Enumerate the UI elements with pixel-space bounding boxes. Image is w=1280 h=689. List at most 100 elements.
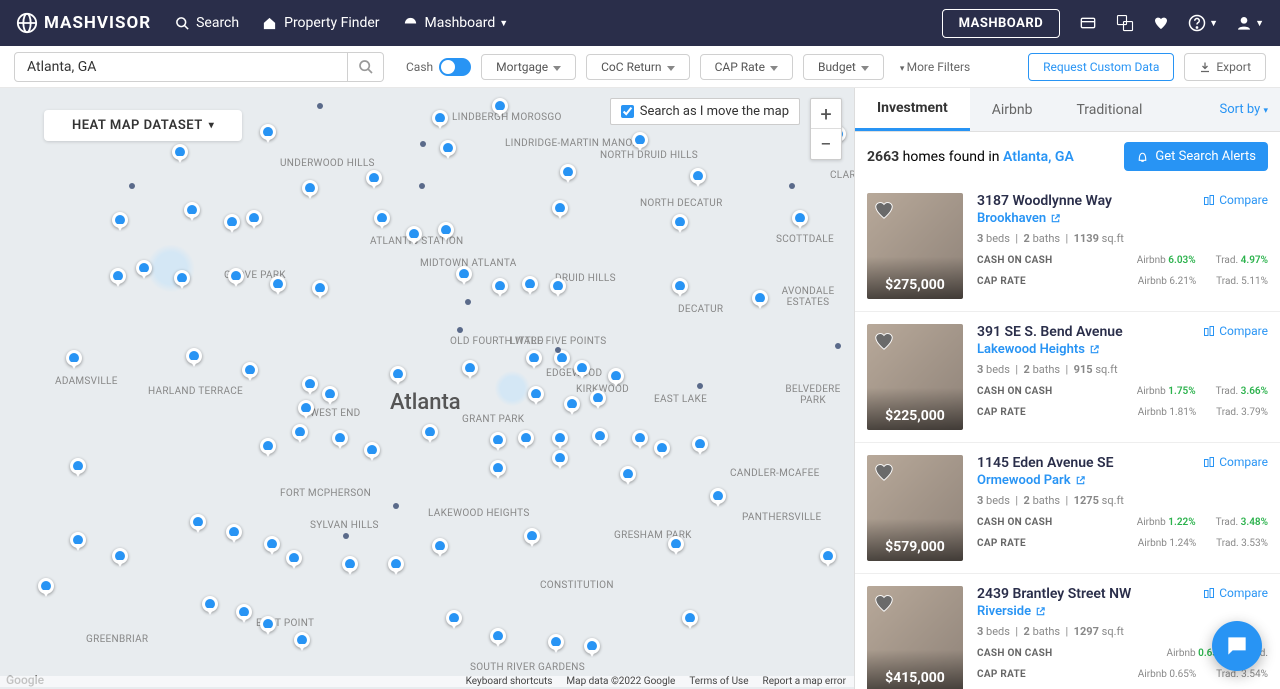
map-pin[interactable] [226,524,242,540]
map-pin[interactable] [112,548,128,564]
map-pin[interactable] [548,634,564,650]
map-pin[interactable] [186,348,202,364]
map-pin[interactable] [374,210,390,226]
compare-button[interactable]: Compare [1203,455,1268,469]
map-pin[interactable] [550,278,566,294]
map-pin[interactable] [446,610,462,626]
map-pin[interactable] [38,578,54,594]
listing-address[interactable]: 391 SE S. Bend Avenue [977,324,1203,340]
map-pin[interactable] [110,268,126,284]
compare-button[interactable]: Compare [1203,193,1268,207]
map-pin[interactable] [632,132,648,148]
map-pin[interactable] [406,226,422,242]
map-pin[interactable] [692,436,708,452]
map-pin[interactable] [270,276,286,292]
more-filters[interactable]: ▾ More Filters [900,60,970,74]
map-pin[interactable] [174,270,190,286]
map-pin[interactable] [518,430,534,446]
map-pin[interactable] [388,556,404,572]
favorite-button[interactable] [873,330,895,352]
map-pin[interactable] [672,278,688,294]
map-pin[interactable] [492,98,508,114]
listing-thumb[interactable]: $579,000 [867,455,963,561]
map-pin[interactable] [560,164,576,180]
map-pin[interactable] [364,442,380,458]
listing-card[interactable]: $225,000 391 SE S. Bend Avenue Lakewood … [855,312,1280,443]
map-pin[interactable] [242,362,258,378]
cash-toggle[interactable]: Cash [406,58,471,76]
map-pin[interactable] [342,556,358,572]
brand-logo[interactable]: MASHVISOR [16,12,151,34]
tab-airbnb[interactable]: Airbnb [970,88,1055,131]
map-pin[interactable] [492,278,508,294]
map-pin[interactable] [260,616,276,632]
map-pin[interactable] [564,396,580,412]
map-pin[interactable] [260,438,276,454]
map-pin[interactable] [528,386,544,402]
location-search[interactable] [14,52,384,82]
heatmap-dataset-button[interactable]: HEAT MAP DATASET ▾ [44,110,242,141]
compare-button[interactable]: Compare [1203,324,1268,338]
map-pin[interactable] [432,110,448,126]
map-pin[interactable] [332,430,348,446]
listing-card[interactable]: $579,000 1145 Eden Avenue SE Ormewood Pa… [855,443,1280,574]
map-pin[interactable] [632,430,648,446]
map-pin[interactable] [422,424,438,440]
map-pin[interactable] [440,140,456,156]
map-pin[interactable] [584,638,600,654]
map-pin[interactable] [682,610,698,626]
listing-card[interactable]: $275,000 3187 Woodlynne Way Brookhaven C… [855,181,1280,312]
help-icon[interactable]: ▼ [1188,14,1218,32]
map-view[interactable]: BRIARCLIFF HEIGHTSLINDBERGH MOROSGOLINDR… [0,88,854,689]
export-button[interactable]: Export [1184,53,1266,81]
map-pin[interactable] [590,390,606,406]
mashboard-button[interactable]: MASHBOARD [942,9,1061,38]
map-pin[interactable] [608,368,624,384]
listing-address[interactable]: 3187 Woodlynne Way [977,193,1203,209]
map-pin[interactable] [294,632,310,648]
map-pin[interactable] [236,604,252,620]
map-pin[interactable] [202,596,218,612]
map-pin[interactable] [246,210,262,226]
favorite-button[interactable] [873,199,895,221]
map-pin[interactable] [112,212,128,228]
chat-bubble[interactable] [1212,621,1262,671]
budget-filter[interactable]: Budget [803,54,884,80]
cap-filter[interactable]: CAP Rate [700,54,793,80]
listings[interactable]: $275,000 3187 Woodlynne Way Brookhaven C… [855,181,1280,689]
listing-neighborhood[interactable]: Ormewood Park [977,473,1203,488]
listing-neighborhood[interactable]: Riverside [977,604,1203,619]
listing-address[interactable]: 1145 Eden Avenue SE [977,455,1203,471]
map-pin[interactable] [456,266,472,282]
mortgage-filter[interactable]: Mortgage [481,54,576,80]
map-pin[interactable] [710,488,726,504]
zoom-in-button[interactable]: + [811,99,841,129]
listing-thumb[interactable]: $225,000 [867,324,963,430]
tab-investment[interactable]: Investment [855,88,970,131]
tab-traditional[interactable]: Traditional [1054,88,1164,131]
map-pin[interactable] [286,550,302,566]
map-pin[interactable] [792,210,808,226]
map-pin[interactable] [490,628,506,644]
map-pin[interactable] [592,428,608,444]
map-pin[interactable] [668,536,684,552]
listing-thumb[interactable]: $415,000 [867,586,963,689]
map-pin[interactable] [228,268,244,284]
listing-neighborhood[interactable]: Lakewood Heights [977,342,1203,357]
favorite-button[interactable] [873,461,895,483]
map-pin[interactable] [366,170,382,186]
zoom-out-button[interactable]: − [811,129,841,159]
map-pin[interactable] [322,386,338,402]
map-pin[interactable] [302,376,318,392]
map-pin[interactable] [690,168,706,184]
map-pin[interactable] [66,350,82,366]
map-pin[interactable] [298,400,314,416]
map-pin[interactable] [490,432,506,448]
map-pin[interactable] [190,514,206,530]
map-pin[interactable] [302,180,318,196]
search-as-move[interactable]: Search as I move the map [610,98,800,125]
map-pin[interactable] [552,430,568,446]
nav-mashboard[interactable]: Mashboard ▼ [402,15,509,31]
map-pin[interactable] [672,214,688,230]
map-pin[interactable] [264,536,280,552]
